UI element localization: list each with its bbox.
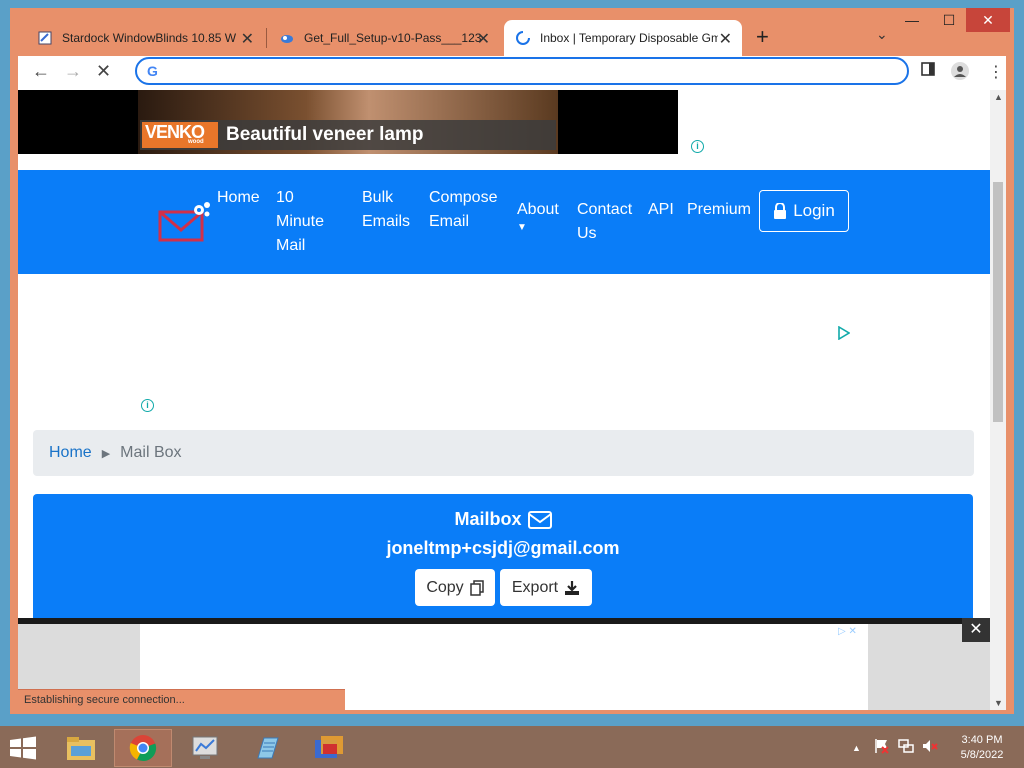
close-ad-button[interactable]: ✕ [962, 618, 990, 642]
stardock-favicon-icon [38, 31, 52, 45]
chrome-taskbar-button[interactable] [114, 729, 172, 767]
monitor-chart-icon [192, 736, 218, 759]
tab-search-icon[interactable]: ⌄ [876, 26, 888, 43]
ad-banner: VENKO wood Beautiful veneer lamp [140, 120, 556, 150]
ad-info-icon[interactable]: i [691, 140, 704, 153]
new-tab-button[interactable]: + [756, 24, 769, 50]
ad-info-icon[interactable]: i [141, 399, 154, 412]
chrome-icon [129, 735, 157, 762]
windowblinds-icon [315, 736, 343, 758]
site-navbar: Home 10 Minute Mail Bulk Emails Compose … [18, 170, 990, 274]
ad-headline: Beautiful veneer lamp [226, 124, 424, 145]
close-window-button[interactable]: ✕ [966, 8, 1010, 32]
scroll-up-arrow-icon[interactable]: ▲ [994, 92, 1003, 102]
adchoices-corner-icon[interactable]: ▷ ✕ [838, 626, 857, 637]
folder-icon [67, 737, 95, 760]
copy-icon [469, 579, 484, 596]
google-icon: G [147, 63, 158, 79]
windowblinds-taskbar-button[interactable] [300, 729, 358, 767]
browser-window: Stardock WindowBlinds 10.85 W ✕ Get_Full… [10, 8, 1014, 714]
download-icon [565, 580, 580, 595]
control-panel-taskbar-button[interactable] [176, 729, 234, 767]
nav-home[interactable]: Home [217, 186, 260, 210]
lock-icon [774, 203, 787, 219]
mailbox-title: Mailbox [33, 509, 973, 530]
scroll-thumb[interactable] [993, 182, 1003, 422]
adchoices-icon[interactable] [838, 326, 850, 340]
show-hidden-icons-icon[interactable]: ▲ [852, 743, 861, 753]
breadcrumb-home-link[interactable]: Home [49, 444, 92, 462]
nav-about-dropdown[interactable]: About ▼ [517, 198, 559, 234]
login-label: Login [793, 201, 835, 220]
page-viewport: VENKO wood Beautiful veneer lamp i Home 1… [18, 90, 990, 710]
clock-time: 3:40 PM [961, 734, 1003, 746]
nav-premium[interactable]: Premium [687, 198, 751, 222]
top-advertisement[interactable]: VENKO wood Beautiful veneer lamp [18, 90, 678, 154]
nav-compose-email[interactable]: Compose Email [429, 186, 497, 234]
profile-avatar-icon[interactable] [951, 62, 969, 85]
tab-title: Stardock WindowBlinds 10.85 W [62, 31, 237, 45]
scroll-down-arrow-icon[interactable]: ▼ [994, 698, 1003, 708]
export-button[interactable]: Export [500, 569, 592, 606]
file-explorer-taskbar-button[interactable] [52, 729, 110, 767]
tab-inbox[interactable]: Inbox | Temporary Disposable Gm ✕ [504, 20, 742, 56]
forward-arrow-icon[interactable]: → [64, 61, 82, 82]
caret-right-icon: ▶ [101, 447, 111, 460]
volume-muted-icon[interactable] [922, 738, 938, 757]
vertical-scrollbar[interactable]: ▲ ▼ [990, 90, 1006, 710]
breadcrumb-current: Mail Box [120, 444, 182, 461]
side-panel-icon[interactable] [921, 62, 935, 81]
nav-bulk-emails[interactable]: Bulk Emails [362, 186, 410, 234]
stop-loading-icon[interactable]: ✕ [96, 61, 111, 82]
menu-kebab-icon[interactable]: ⋮ [988, 62, 1004, 82]
browser-toolbar: ← → ✕ G ⋮ [18, 56, 1006, 90]
login-button[interactable]: Login [759, 190, 849, 232]
venko-logo: VENKO wood [142, 122, 218, 148]
mail-logo-icon[interactable] [158, 200, 210, 244]
close-tab-icon[interactable]: ✕ [477, 29, 490, 49]
nav-api[interactable]: API [648, 198, 674, 222]
tab-separator [266, 28, 267, 48]
notepad-icon [257, 737, 279, 759]
temp-email-address[interactable]: joneltmp+csjdj@gmail.com [33, 538, 973, 559]
maximize-button[interactable]: ☐ [936, 8, 962, 32]
breadcrumb: Home ▶ Mail Box [33, 430, 974, 476]
envelope-icon [527, 510, 552, 529]
mailbox-panel: Mailbox joneltmp+csjdj@gmail.com Copy Ex… [33, 494, 973, 624]
action-center-flag-icon[interactable] [874, 738, 890, 757]
notepad-taskbar-button[interactable] [238, 729, 296, 767]
tab-strip: Stardock WindowBlinds 10.85 W ✕ Get_Full… [10, 8, 1014, 56]
copy-button[interactable]: Copy [415, 569, 495, 606]
taskbar: ▲ 3:40 PM 5/8/2022 [0, 726, 1024, 768]
back-arrow-icon[interactable]: ← [32, 61, 50, 82]
address-bar[interactable]: G [135, 57, 909, 85]
nav-contact-us[interactable]: Contact Us [577, 198, 632, 246]
windows-start-icon[interactable] [8, 736, 38, 760]
tab-title: Get_Full_Setup-v10-Pass___123 [304, 31, 482, 45]
close-tab-icon[interactable]: ✕ [719, 29, 732, 49]
status-bar: Establishing secure connection... [18, 689, 345, 710]
network-icon[interactable] [898, 738, 914, 757]
loading-spinner-icon [516, 31, 530, 45]
tab-title: Inbox | Temporary Disposable Gm [540, 31, 718, 45]
tab-stardock[interactable]: Stardock WindowBlinds 10.85 W ✕ [26, 20, 264, 56]
tab-get-full-setup[interactable]: Get_Full_Setup-v10-Pass___123 ✕ [268, 20, 500, 56]
nav-10-minute-mail[interactable]: 10 Minute Mail [276, 186, 324, 258]
system-clock[interactable]: 3:40 PM 5/8/2022 [950, 733, 1014, 763]
minimize-button[interactable]: — [898, 8, 926, 32]
clock-date: 5/8/2022 [960, 749, 1004, 761]
cloud-favicon-icon [280, 31, 294, 45]
caret-down-icon: ▼ [517, 222, 527, 233]
close-tab-icon[interactable]: ✕ [241, 29, 254, 49]
